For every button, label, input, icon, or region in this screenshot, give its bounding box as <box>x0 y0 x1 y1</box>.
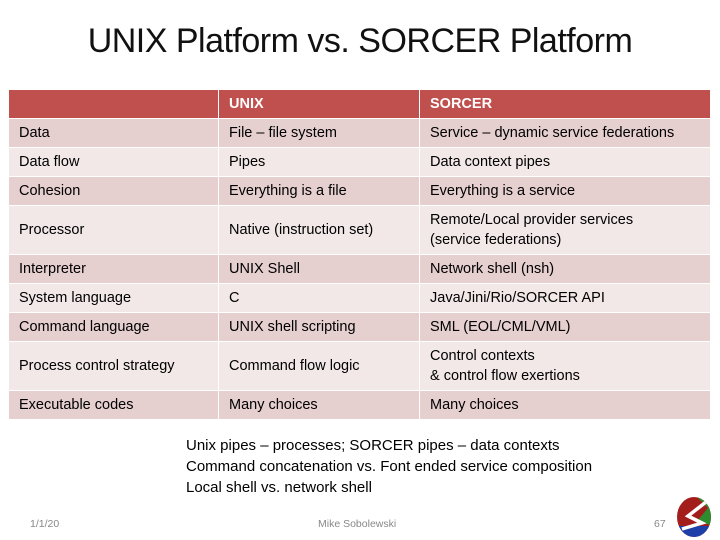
aspect-cell: Command language <box>8 312 219 342</box>
aspect-cell: Processor <box>8 205 219 255</box>
header-cell-unix: UNIX <box>218 89 420 119</box>
unix-cell: Everything is a file <box>218 176 420 206</box>
table-row: Executable codes Many choices Many choic… <box>8 390 711 420</box>
header-cell-aspect <box>8 89 219 119</box>
sorcer-cell-line1: Remote/Local provider services <box>430 212 634 228</box>
unix-cell: UNIX Shell <box>218 254 420 284</box>
table-row: Data File – file system Service – dynami… <box>8 118 711 148</box>
unix-cell: UNIX shell scripting <box>218 312 420 342</box>
aspect-cell: Interpreter <box>8 254 219 284</box>
table-row: Data flow Pipes Data context pipes <box>8 147 711 177</box>
table-header-row: UNIX SORCER <box>8 89 711 119</box>
sorcer-logo-icon <box>677 497 711 537</box>
sorcer-cell-line2: (service federations) <box>430 232 562 248</box>
sorcer-cell: Java/Jini/Rio/SORCER API <box>419 283 711 313</box>
note-line: Unix pipes – processes; SORCER pipes – d… <box>186 437 560 454</box>
unix-cell: C <box>218 283 420 313</box>
sorcer-cell: Control contexts & control flow exertion… <box>419 341 711 391</box>
note-line: Local shell vs. network shell <box>186 479 372 496</box>
unix-cell: Command flow logic <box>218 341 420 391</box>
header-cell-sorcer: SORCER <box>419 89 711 119</box>
sorcer-cell: Many choices <box>419 390 711 420</box>
aspect-cell: Data flow <box>8 147 219 177</box>
note-line: Command concatenation vs. Font ended ser… <box>186 458 593 475</box>
sorcer-cell: Data context pipes <box>419 147 711 177</box>
table-row: Processor Native (instruction set) Remot… <box>8 205 711 255</box>
unix-cell: Pipes <box>218 147 420 177</box>
sorcer-cell: Remote/Local provider services (service … <box>419 205 711 255</box>
unix-cell: File – file system <box>218 118 420 148</box>
sorcer-cell: SML (EOL/CML/VML) <box>419 312 711 342</box>
footer-author: Mike Sobolewski <box>318 518 397 530</box>
unix-cell: Many choices <box>218 390 420 420</box>
table-row: Process control strategy Command flow lo… <box>8 341 711 391</box>
slide-title: UNIX Platform vs. SORCER Platform <box>87 22 633 60</box>
table-row: Command language UNIX shell scripting SM… <box>8 312 711 342</box>
aspect-cell: Process control strategy <box>8 341 219 391</box>
aspect-cell: Cohesion <box>8 176 219 206</box>
unix-cell: Native (instruction set) <box>218 205 420 255</box>
sorcer-cell-line2: & control flow exertions <box>430 368 580 384</box>
sorcer-cell: Service – dynamic service federations <box>419 118 711 148</box>
aspect-cell: System language <box>8 283 219 313</box>
sorcer-cell-line1: Control contexts <box>430 348 535 364</box>
aspect-cell: Data <box>8 118 219 148</box>
aspect-cell: Executable codes <box>8 390 219 420</box>
footer-page-number: 67 <box>654 518 666 530</box>
footer-date: 1/1/20 <box>30 518 60 530</box>
table-row: Interpreter UNIX Shell Network shell (ns… <box>8 254 711 284</box>
notes-block: Unix pipes – processes; SORCER pipes – d… <box>186 435 592 498</box>
table-row: Cohesion Everything is a file Everything… <box>8 176 711 206</box>
comparison-table: UNIX SORCER Data File – file system Serv… <box>8 89 711 420</box>
table-row: System language C Java/Jini/Rio/SORCER A… <box>8 283 711 313</box>
sorcer-cell: Everything is a service <box>419 176 711 206</box>
sorcer-cell: Network shell (nsh) <box>419 254 711 284</box>
